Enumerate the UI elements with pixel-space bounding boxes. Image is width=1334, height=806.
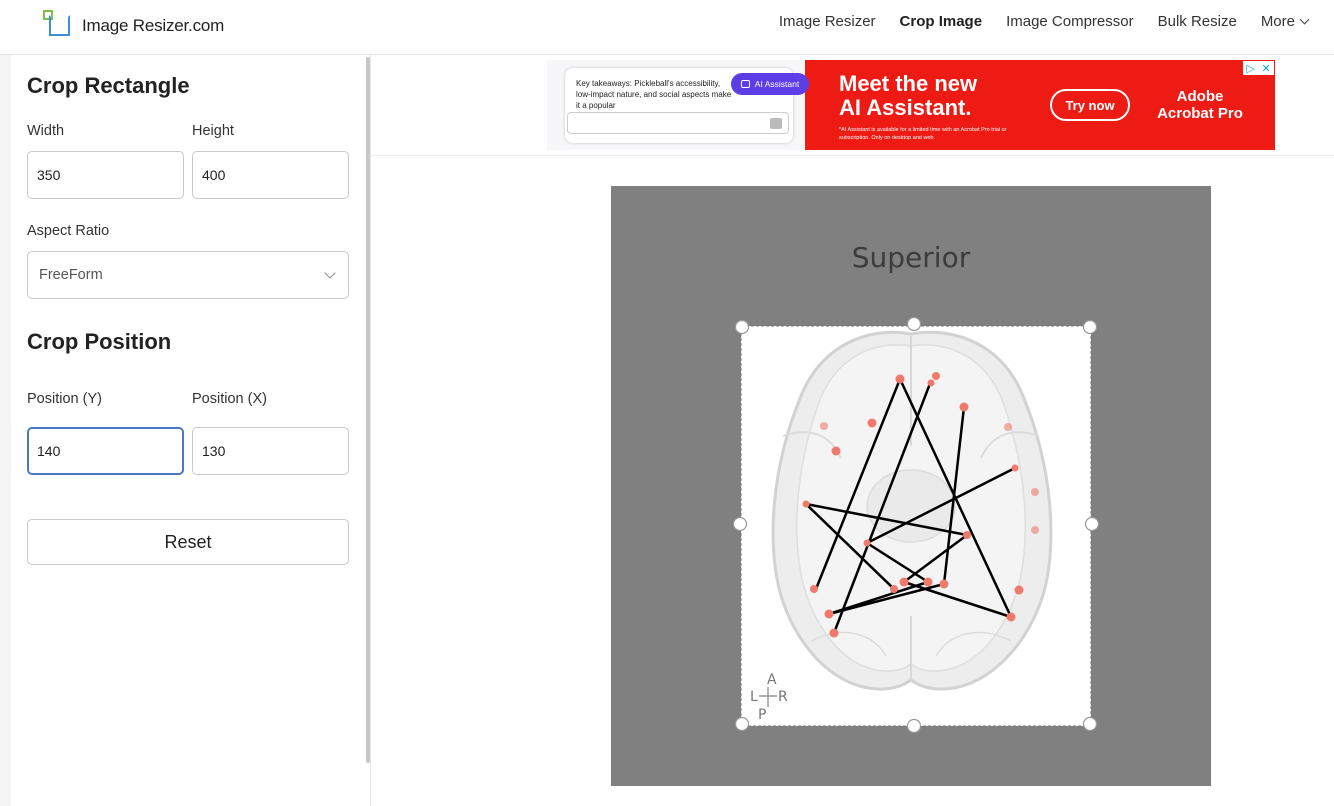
nav-more-label: More: [1260, 13, 1295, 30]
width-input[interactable]: 350: [27, 151, 184, 199]
reset-button[interactable]: Reset: [27, 519, 349, 565]
position-x-input[interactable]: 130: [192, 427, 349, 475]
ad-brand-line-2: Acrobat Pro: [1157, 105, 1243, 122]
ad-try-now-button[interactable]: Try now: [1050, 89, 1130, 121]
position-x-label: Position (X): [192, 391, 267, 407]
site-logo[interactable]: Image Resizer.com: [42, 10, 224, 38]
height-input[interactable]: 400: [192, 151, 349, 199]
ad-info-icon: ▷: [1246, 62, 1255, 75]
ad-brand: Adobe Acrobat Pro: [1150, 88, 1250, 122]
logo-text: Image Resizer.com: [82, 16, 225, 35]
crop-handle-bottom-right: [1082, 716, 1098, 732]
chevron-down-icon: [324, 267, 336, 279]
ad-headline: Meet the new AI Assistant.: [839, 72, 977, 120]
ad-chat-text: Key takeaways: Pickleball's accessibilit…: [576, 79, 732, 110]
ad-headline-line-2: AI Assistant.: [839, 95, 972, 120]
width-label: Width: [27, 123, 65, 139]
crop-rectangle-title: Crop Rectangle: [27, 73, 190, 98]
orient-posterior: P: [758, 707, 766, 723]
crop-handle-bottom-left: [734, 716, 750, 732]
nav-bulk-resize[interactable]: Bulk Resize: [1158, 13, 1237, 30]
nav-more[interactable]: More: [1260, 13, 1310, 30]
ad-ai-assistant-pill: AI Assistant: [731, 73, 809, 95]
crop-handle-top-right: [1082, 319, 1098, 335]
view-label: Superior: [852, 241, 971, 274]
ad-pill-text: AI Assistant: [754, 79, 800, 89]
crop-handle-left: [732, 516, 748, 532]
logo-icon: [42, 10, 72, 38]
nav-image-resizer[interactable]: Image Resizer: [779, 13, 876, 30]
aspect-ratio-select[interactable]: FreeForm: [27, 251, 349, 299]
ad-choices-icon[interactable]: ▷ ✕: [1243, 61, 1274, 75]
ad-brand-line-1: Adobe: [1176, 88, 1224, 105]
orient-left: L: [750, 689, 758, 705]
orient-anterior: A: [767, 672, 777, 688]
ad-fine-print: *AI Assistant is available for a limited…: [839, 127, 1007, 141]
nav-crop-image[interactable]: Crop Image: [900, 13, 983, 30]
brain-connectome-image: Superior A L R P: [732, 241, 1100, 734]
position-y-input[interactable]: 140: [27, 427, 184, 475]
top-header: Image Resizer.com Image Resizer Crop Ima…: [0, 0, 1334, 55]
left-gutter: [0, 55, 11, 806]
nav-image-compressor[interactable]: Image Compressor: [1006, 13, 1134, 30]
send-icon: [770, 118, 782, 129]
crop-handle-top-left: [734, 319, 750, 335]
ad-close-icon[interactable]: ✕: [1261, 62, 1270, 75]
height-label: Height: [192, 123, 234, 139]
chat-icon: [740, 80, 750, 88]
ad-chat-input: [567, 112, 789, 134]
sidebar-divider: [370, 55, 371, 806]
crop-handle-right: [1084, 516, 1100, 532]
crop-handle-bottom: [906, 718, 922, 734]
ad-headline-line-1: Meet the new: [839, 71, 978, 96]
position-y-label: Position (Y): [27, 391, 102, 407]
orient-right: R: [778, 689, 788, 705]
adobe-ad-banner[interactable]: Key takeaways: Pickleball's accessibilit…: [547, 60, 1275, 150]
crop-position-title: Crop Position: [27, 329, 172, 354]
main-nav: Image Resizer Crop Image Image Compresso…: [755, 13, 1310, 30]
crop-handle-top: [906, 316, 922, 332]
aspect-ratio-label: Aspect Ratio: [27, 223, 110, 239]
brain-outline: [771, 330, 1053, 691]
aspect-ratio-value: FreeForm: [39, 267, 103, 283]
chevron-down-icon: [1299, 14, 1310, 25]
